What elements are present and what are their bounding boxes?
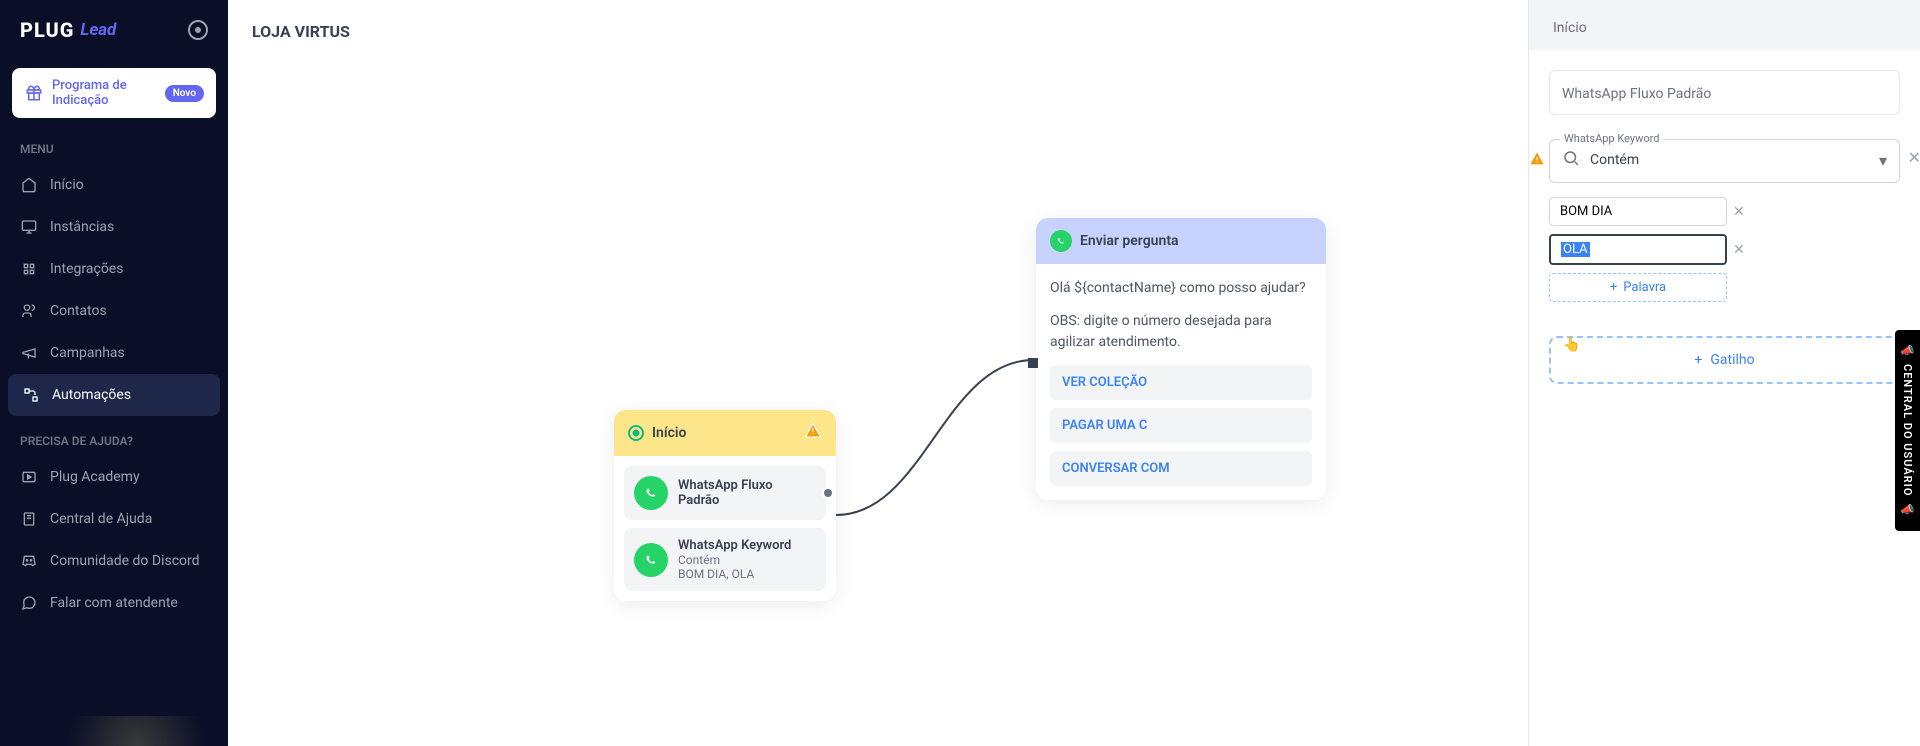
close-icon[interactable]: ✕ bbox=[1908, 148, 1920, 167]
sidebar-avatar bbox=[0, 716, 228, 746]
logo-text-2: Lead bbox=[80, 20, 116, 40]
help-label: Central de Ajuda bbox=[50, 511, 152, 527]
help-label: Comunidade do Discord bbox=[50, 553, 200, 569]
right-panel: Início WhatsApp Keyword ✕ Contém ▾ bbox=[1528, 0, 1920, 746]
megaphone-icon bbox=[20, 344, 38, 362]
menu-item-automacoes[interactable]: Automações bbox=[8, 374, 220, 416]
menu-label: Automações bbox=[52, 387, 131, 403]
warning-icon bbox=[804, 422, 822, 444]
keyword-tag-row: BOM DIA ✕ bbox=[1549, 197, 1900, 226]
menu-section-label: MENU bbox=[0, 134, 228, 164]
play-icon bbox=[20, 468, 38, 486]
help-item-atendente[interactable]: Falar com atendente bbox=[0, 582, 228, 624]
keyword-mode-select[interactable]: WhatsApp Keyword ✕ Contém ▾ bbox=[1549, 139, 1900, 183]
panel-header: Início bbox=[1529, 0, 1920, 50]
question-option[interactable]: VER COLEÇÃO bbox=[1050, 365, 1312, 400]
flow-item-keyword[interactable]: WhatsApp Keyword Contém BOM DIA, OLA bbox=[624, 528, 826, 591]
connector-dot[interactable] bbox=[822, 487, 834, 499]
menu-item-campanhas[interactable]: Campanhas bbox=[0, 332, 228, 374]
help-section-label: PRECISA DE AJUDA? bbox=[0, 416, 228, 456]
flow-name-input-wrap[interactable] bbox=[1549, 70, 1900, 115]
question-title: Enviar pergunta bbox=[1080, 233, 1179, 249]
user-central-tab[interactable]: 📣 CENTRAL DO USUÁRIO 📣 bbox=[1895, 330, 1920, 531]
help-label: Falar com atendente bbox=[50, 595, 178, 611]
start-node-header: Início bbox=[614, 410, 836, 456]
keyword-tag-input-active[interactable]: OLA bbox=[1549, 234, 1727, 265]
theme-toggle[interactable] bbox=[188, 20, 208, 40]
sidebar: PLUG Lead Programa de Indicação Novo MEN… bbox=[0, 0, 228, 746]
gift-icon bbox=[24, 83, 44, 103]
question-header: Enviar pergunta bbox=[1036, 218, 1326, 264]
promo-badge: Novo bbox=[165, 85, 204, 102]
menu-item-integracoes[interactable]: Integrações bbox=[0, 248, 228, 290]
question-body: Olá ${contactName} como posso ajudar? OB… bbox=[1036, 264, 1326, 500]
discord-icon bbox=[20, 552, 38, 570]
home-icon bbox=[20, 176, 38, 194]
menu-item-instancias[interactable]: Instâncias bbox=[0, 206, 228, 248]
flow-item-text: WhatsApp Fluxo Padrão bbox=[678, 478, 816, 508]
help-item-discord[interactable]: Comunidade do Discord bbox=[0, 540, 228, 582]
help-item-academy[interactable]: Plug Academy bbox=[0, 456, 228, 498]
help-label: Plug Academy bbox=[50, 469, 140, 485]
start-node-body: WhatsApp Fluxo Padrão WhatsApp Keyword C… bbox=[614, 456, 836, 601]
add-trigger-button[interactable]: + Gatilho bbox=[1549, 336, 1900, 384]
main-area: LOJA VIRTUS Início WhatsApp Flu bbox=[228, 0, 1528, 746]
warning-icon bbox=[1529, 151, 1545, 171]
remove-tag-icon[interactable]: ✕ bbox=[1733, 242, 1745, 258]
flow-name-input[interactable] bbox=[1562, 86, 1887, 102]
question-text-1: Olá ${contactName} como posso ajudar? bbox=[1050, 278, 1312, 299]
promo-card[interactable]: Programa de Indicação Novo bbox=[12, 68, 216, 118]
question-text-2: OBS: digite o número desejada para agili… bbox=[1050, 311, 1312, 353]
logo-text-1: PLUG bbox=[20, 18, 74, 42]
keyword-tag-input[interactable]: BOM DIA bbox=[1549, 197, 1727, 226]
start-node[interactable]: Início WhatsApp Fluxo Padrão bbox=[614, 410, 836, 601]
question-option[interactable]: PAGAR UMA C bbox=[1050, 408, 1312, 443]
question-option[interactable]: CONVERSAR COM bbox=[1050, 451, 1312, 486]
question-node[interactable]: Enviar pergunta Olá ${contactName} como … bbox=[1036, 218, 1326, 500]
menu-item-contatos[interactable]: Contatos bbox=[0, 290, 228, 332]
keyword-field-label: WhatsApp Keyword bbox=[1560, 132, 1663, 145]
search-icon bbox=[1562, 149, 1580, 171]
panel-content: WhatsApp Keyword ✕ Contém ▾ BOM DIA ✕ OL… bbox=[1529, 50, 1920, 746]
whatsapp-icon bbox=[634, 476, 668, 510]
start-node-title: Início bbox=[652, 425, 686, 441]
book-icon bbox=[20, 510, 38, 528]
whatsapp-icon bbox=[1050, 230, 1072, 252]
users-icon bbox=[20, 302, 38, 320]
monitor-icon bbox=[20, 218, 38, 236]
plus-icon: + bbox=[1694, 352, 1702, 368]
menu-label: Integrações bbox=[50, 261, 123, 277]
puzzle-icon bbox=[20, 260, 38, 278]
chat-icon bbox=[20, 594, 38, 612]
flow-item-default[interactable]: WhatsApp Fluxo Padrão bbox=[624, 466, 826, 520]
cursor-indicator: 👆 bbox=[1563, 337, 1580, 353]
start-icon bbox=[628, 425, 644, 441]
menu-label: Início bbox=[50, 177, 84, 193]
plus-icon: + bbox=[1610, 280, 1617, 295]
menu-label: Instâncias bbox=[50, 219, 114, 235]
connector-target[interactable] bbox=[1028, 358, 1038, 368]
help-item-central[interactable]: Central de Ajuda bbox=[0, 498, 228, 540]
mode-value: Contém bbox=[1590, 148, 1869, 172]
flow-canvas[interactable]: Início WhatsApp Fluxo Padrão bbox=[228, 60, 1528, 746]
menu-label: Campanhas bbox=[50, 345, 125, 361]
chevron-down-icon: ▾ bbox=[1879, 151, 1887, 170]
menu-label: Contatos bbox=[50, 303, 107, 319]
add-keyword-button[interactable]: + Palavra bbox=[1549, 273, 1727, 302]
connector-line bbox=[824, 350, 1054, 530]
keyword-tag-row: OLA ✕ bbox=[1549, 234, 1900, 265]
page-title: LOJA VIRTUS bbox=[228, 0, 1528, 63]
whatsapp-icon bbox=[634, 543, 668, 577]
logo-area: PLUG Lead bbox=[0, 0, 228, 60]
promo-label: Programa de Indicação bbox=[52, 78, 157, 108]
remove-tag-icon[interactable]: ✕ bbox=[1733, 204, 1745, 220]
logo: PLUG Lead bbox=[20, 18, 116, 42]
menu-item-inicio[interactable]: Início bbox=[0, 164, 228, 206]
flow-item-text: WhatsApp Keyword Contém BOM DIA, OLA bbox=[678, 538, 791, 581]
workflow-icon bbox=[22, 386, 40, 404]
